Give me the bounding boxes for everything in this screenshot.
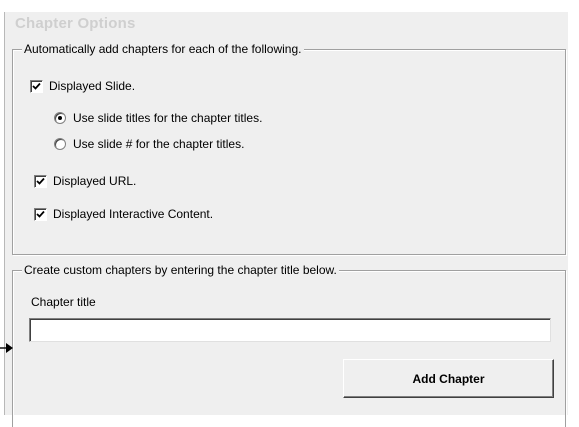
auto-chapters-legend: Automatically add chapters for each of t… <box>22 42 304 56</box>
displayed-url-checkbox[interactable] <box>34 174 47 188</box>
displayed-url-option[interactable]: Displayed URL. <box>34 174 136 188</box>
arrow-right-icon <box>0 343 13 353</box>
slide-titles-radio[interactable] <box>54 112 66 124</box>
displayed-slide-option[interactable]: Displayed Slide. <box>30 79 135 93</box>
chapter-title-label: Chapter title <box>31 295 96 309</box>
displayed-interactive-checkbox[interactable] <box>34 207 47 221</box>
slide-titles-radio-option[interactable]: Use slide titles for the chapter titles. <box>54 111 262 125</box>
displayed-slide-label: Displayed Slide. <box>49 79 136 93</box>
check-icon <box>36 210 45 218</box>
slide-titles-radio-label: Use slide titles for the chapter titles. <box>73 111 263 125</box>
custom-chapters-group: Create custom chapters by entering the c… <box>12 263 566 427</box>
panel-title: Chapter Options <box>15 15 136 32</box>
displayed-interactive-label: Displayed Interactive Content. <box>53 207 214 221</box>
displayed-interactive-option[interactable]: Displayed Interactive Content. <box>34 207 213 221</box>
add-chapter-button[interactable]: Add Chapter <box>343 359 554 398</box>
displayed-url-label: Displayed URL. <box>53 174 137 188</box>
slide-number-radio-option[interactable]: Use slide # for the chapter titles. <box>54 137 244 151</box>
displayed-slide-checkbox[interactable] <box>30 79 43 93</box>
check-icon <box>32 82 41 90</box>
custom-chapters-legend: Create custom chapters by entering the c… <box>22 263 339 277</box>
check-icon <box>36 177 45 185</box>
slide-number-radio[interactable] <box>54 138 66 150</box>
slide-number-radio-label: Use slide # for the chapter titles. <box>73 137 245 151</box>
chapter-title-input[interactable] <box>29 318 551 342</box>
